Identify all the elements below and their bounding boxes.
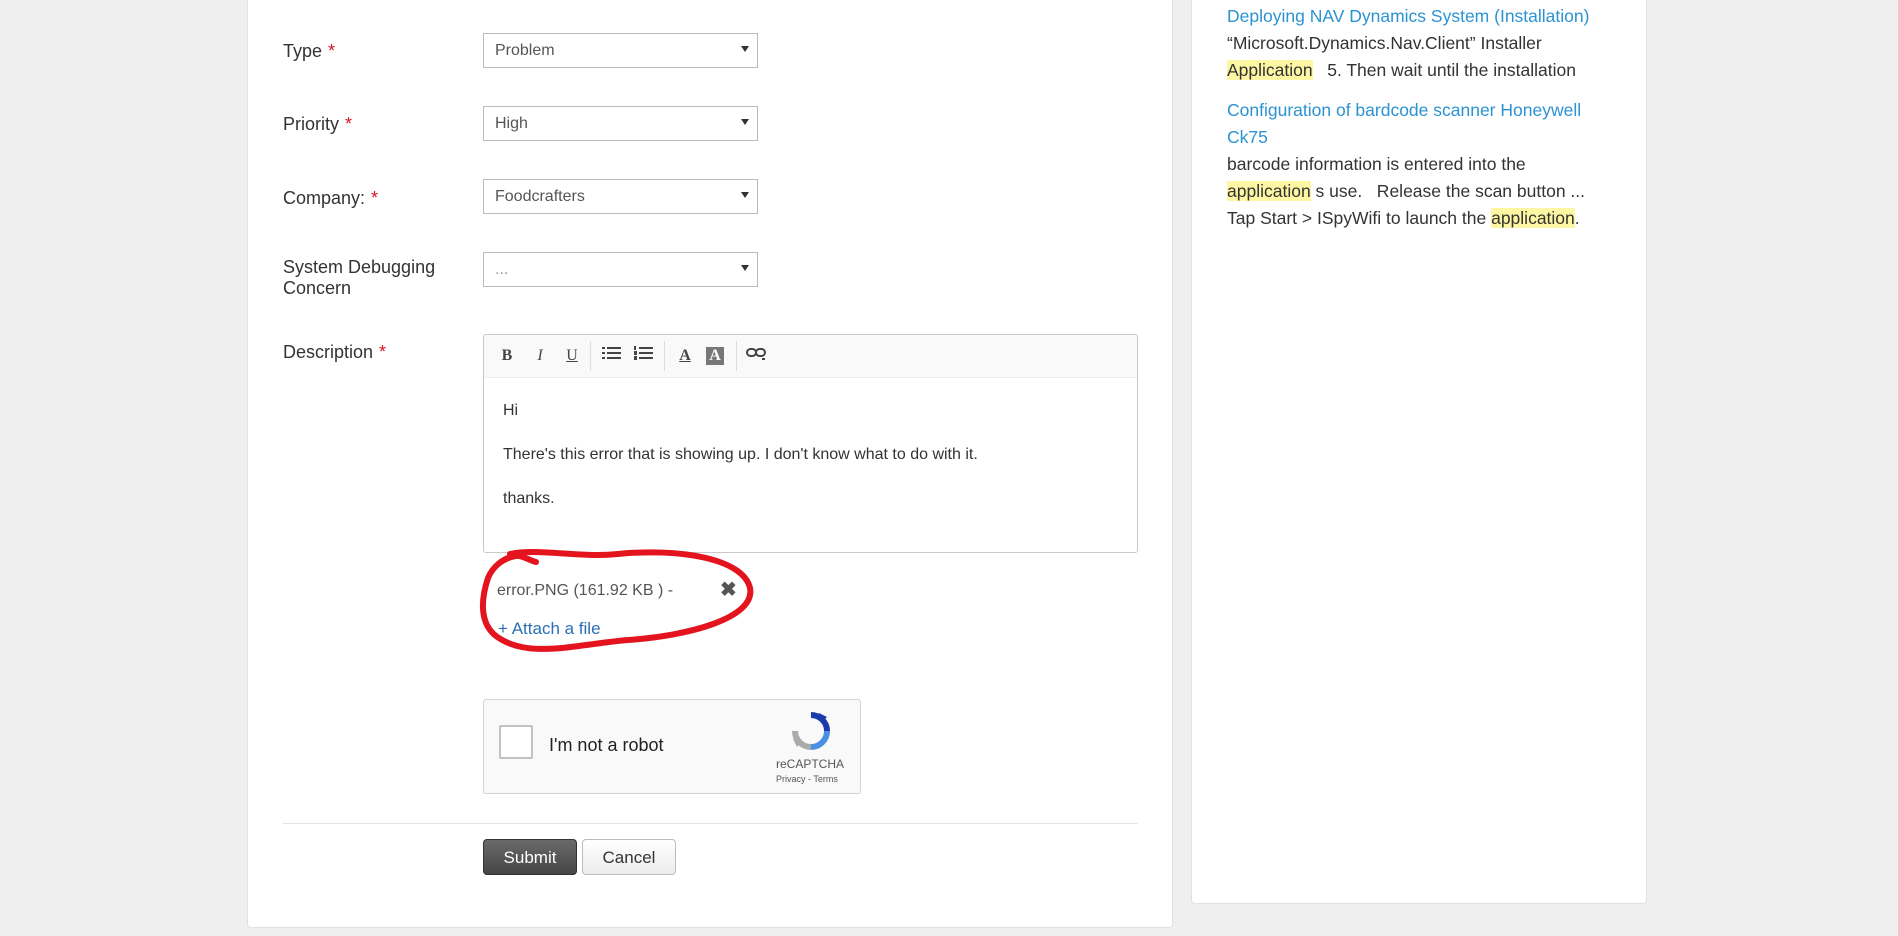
required-marker: * <box>328 41 336 61</box>
kb-snippet-highlight: application <box>1227 181 1311 201</box>
kb-snippet: s use. Release the scan button ... <box>1310 181 1585 201</box>
recaptcha-widget: I'm not a robot reCAPTCHA Privacy - Term… <box>483 699 861 794</box>
link-icon[interactable] <box>746 345 768 367</box>
terms-link[interactable]: Terms <box>813 774 838 784</box>
description-label: Description * <box>283 342 387 362</box>
editor-content[interactable]: Hi There's this error that is showing up… <box>484 378 1137 544</box>
description-editor[interactable]: B I U A A Hi There's this error that is … <box>483 334 1138 553</box>
kb-snippet-highlight: Application <box>1227 60 1313 80</box>
priority-label: Priority * <box>283 114 353 134</box>
attach-file-link[interactable]: + Attach a file <box>498 619 601 639</box>
toolbar-divider <box>664 341 665 371</box>
recaptcha-checkbox[interactable] <box>499 725 533 759</box>
background-color-button[interactable]: A <box>706 347 724 365</box>
chevron-down-icon <box>741 46 749 52</box>
debugging-concern-select[interactable]: ... <box>483 252 758 287</box>
recaptcha-links: Privacy - Terms <box>776 774 838 784</box>
description-line: Hi <box>503 402 519 419</box>
privacy-link[interactable]: Privacy <box>776 774 806 784</box>
recaptcha-logo-icon <box>792 712 830 750</box>
numbered-list-icon[interactable] <box>633 345 655 367</box>
chevron-down-icon <box>741 119 749 125</box>
kb-result-title[interactable]: Configuration of bardcode scanner Honeyw… <box>1227 100 1581 147</box>
kb-snippet: . <box>1574 208 1580 228</box>
required-marker: * <box>345 114 353 134</box>
kb-snippet: barcode information is entered into the <box>1227 154 1526 174</box>
link-separator: - <box>808 774 812 784</box>
remove-attachment-icon[interactable]: ✖ <box>720 577 737 602</box>
kb-result: Deploying NAV Dynamics System (Installat… <box>1227 3 1617 84</box>
debugging-concern-label: System Debugging Concern <box>283 257 436 298</box>
description-line: thanks. <box>503 490 555 507</box>
chevron-down-icon <box>741 265 749 271</box>
description-line: There's this error that is showing up. I… <box>503 446 978 463</box>
bulleted-list-icon[interactable] <box>601 345 623 367</box>
chevron-down-icon <box>741 192 749 198</box>
recaptcha-brand: reCAPTCHA <box>776 757 845 771</box>
kb-snippet-highlight: application <box>1491 208 1575 228</box>
kb-result-title[interactable]: Deploying NAV Dynamics System (Installat… <box>1227 6 1589 26</box>
kb-result: Configuration of bardcode scanner Honeyw… <box>1227 97 1617 232</box>
priority-select[interactable]: High <box>483 106 758 141</box>
editor-toolbar: B I U A A <box>484 335 1137 378</box>
submit-button[interactable]: Submit <box>483 839 577 875</box>
kb-snippet: Tap Start > ISpyWifi to launch the <box>1227 208 1492 228</box>
kb-snippet: “Microsoft.Dynamics.Nav.Client” Installe… <box>1227 33 1542 53</box>
text-color-button[interactable]: A <box>674 345 696 367</box>
required-marker: * <box>379 342 387 362</box>
toolbar-divider <box>590 341 591 371</box>
company-select[interactable]: Foodcrafters <box>483 179 758 214</box>
type-label: Type * <box>283 41 336 61</box>
bold-button[interactable]: B <box>496 345 518 367</box>
underline-button[interactable]: U <box>561 345 583 367</box>
type-select[interactable]: Problem <box>483 33 758 68</box>
required-marker: * <box>371 188 379 208</box>
attached-file: error.PNG (161.92 KB ) - <box>497 582 674 599</box>
recaptcha-label: I'm not a robot <box>549 735 664 755</box>
kb-snippet: 5. Then wait until the installation <box>1312 60 1576 80</box>
company-label: Company: * <box>283 188 379 208</box>
toolbar-divider <box>736 341 737 371</box>
italic-button[interactable]: I <box>529 345 551 367</box>
cancel-button[interactable]: Cancel <box>582 839 676 875</box>
form-divider <box>283 823 1138 824</box>
